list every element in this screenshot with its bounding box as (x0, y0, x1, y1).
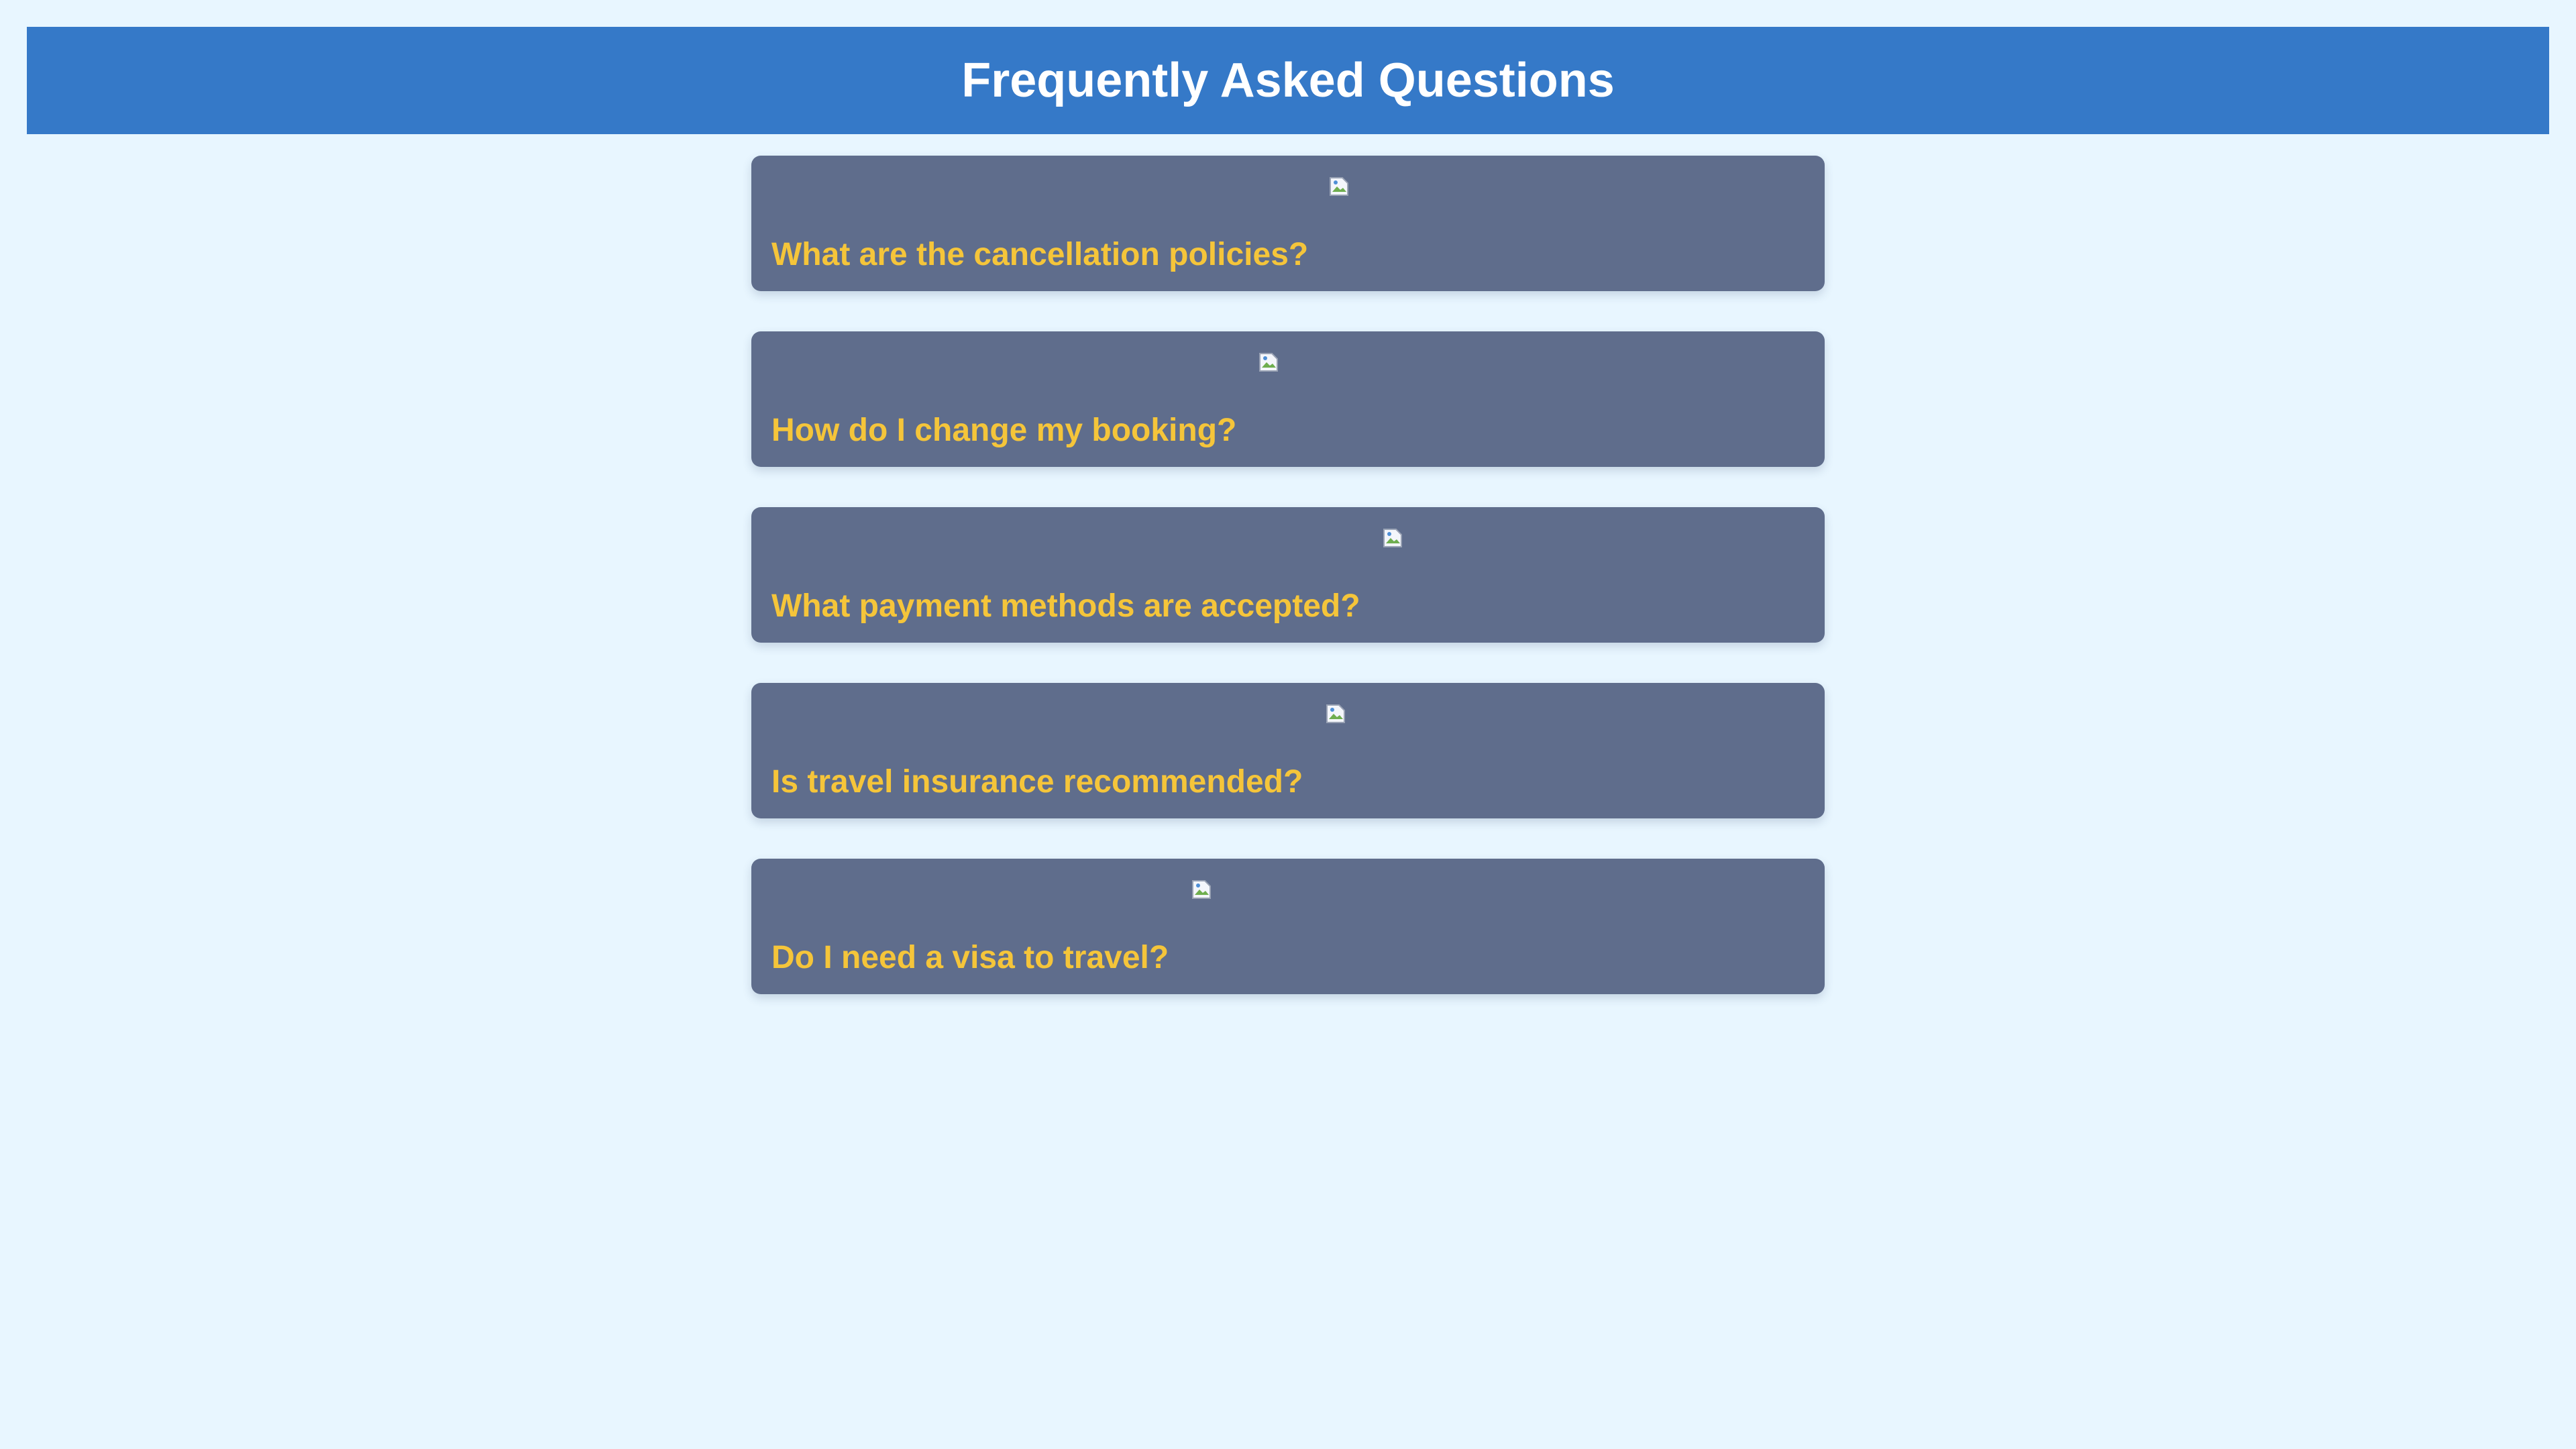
faq-item[interactable]: Is travel insurance recommended? (751, 683, 1825, 818)
page-title: Frequently Asked Questions (961, 54, 1615, 107)
faq-question: What payment methods are accepted? (771, 588, 1360, 624)
faq-question: How do I change my booking? (771, 413, 1237, 448)
faq-question: What are the cancellation policies? (771, 237, 1309, 272)
page-header: Frequently Asked Questions (27, 27, 2549, 134)
faq-question: Do I need a visa to travel? (771, 940, 1169, 975)
broken-image-icon (1328, 176, 1350, 197)
faq-item[interactable]: What are the cancellation policies? (751, 156, 1825, 291)
faq-question: Is travel insurance recommended? (771, 764, 1303, 800)
broken-image-icon (1191, 879, 1212, 900)
faq-item[interactable]: Do I need a visa to travel? (751, 859, 1825, 994)
broken-image-icon (1258, 352, 1279, 373)
faq-item[interactable]: What payment methods are accepted? (751, 507, 1825, 643)
faq-list: What are the cancellation policies? How … (751, 156, 1825, 1034)
broken-image-icon (1382, 527, 1403, 549)
broken-image-icon (1325, 703, 1346, 724)
faq-item[interactable]: How do I change my booking? (751, 331, 1825, 467)
